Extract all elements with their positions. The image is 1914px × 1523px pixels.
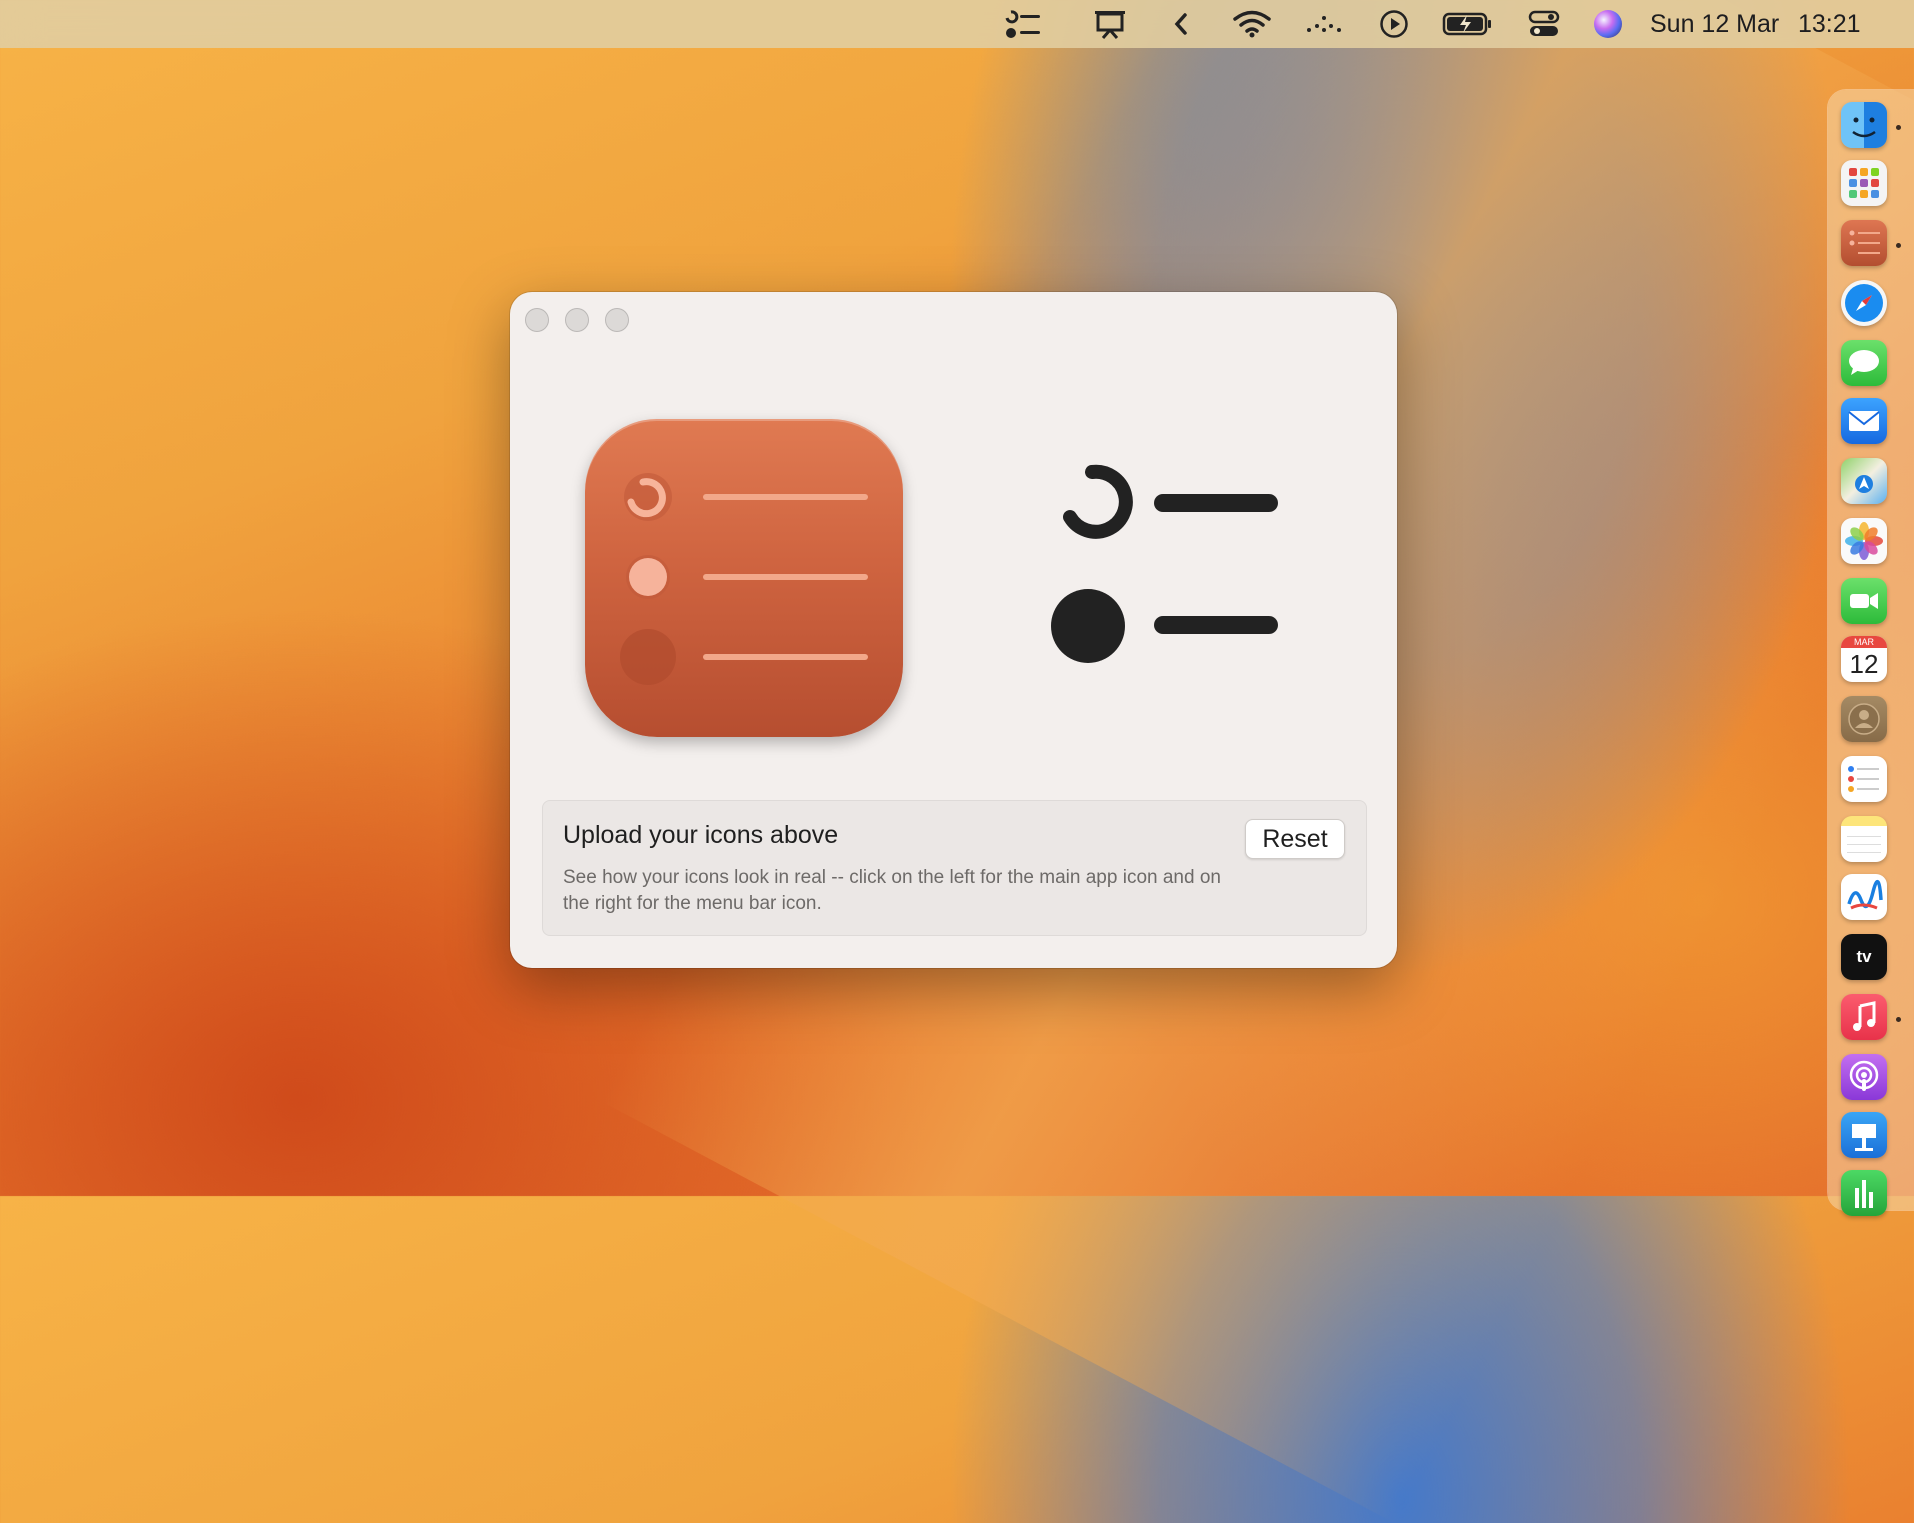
wifi-icon[interactable] xyxy=(1230,0,1274,48)
notes-icon[interactable] xyxy=(1841,816,1887,862)
reminders-icon[interactable] xyxy=(1841,756,1887,802)
info-title: Upload your icons above xyxy=(563,821,839,849)
photos-icon[interactable] xyxy=(1841,518,1887,564)
info-description: See how your icons look in real -- click… xyxy=(563,867,1221,914)
calendar-month: MAR xyxy=(1841,636,1887,648)
app-icon-upload-area[interactable] xyxy=(585,419,903,737)
chevron-left-icon[interactable] xyxy=(1166,0,1196,48)
tv-icon[interactable]: tv xyxy=(1841,934,1887,980)
siri-icon[interactable] xyxy=(1590,0,1626,48)
podcasts-icon[interactable] xyxy=(1841,1054,1887,1100)
calendar-day: 12 xyxy=(1849,649,1879,679)
menu-bar: Sun 12 Mar 13:21 xyxy=(0,0,1914,48)
dots-icon[interactable] xyxy=(1302,0,1346,48)
presentation-icon[interactable] xyxy=(1088,0,1132,48)
reminders-menubar-icon[interactable] xyxy=(1000,0,1046,48)
menubar-time[interactable]: 13:21 xyxy=(1798,0,1878,48)
calendar-icon[interactable]: MAR 12 xyxy=(1841,636,1887,682)
battery-charging-icon[interactable] xyxy=(1440,0,1496,48)
music-icon[interactable] xyxy=(1841,994,1887,1040)
finder-running-dot xyxy=(1896,125,1901,130)
numbers-icon[interactable] xyxy=(1841,1170,1887,1216)
music-running-dot xyxy=(1896,1017,1901,1022)
info-panel: Upload your icons above See how your ico… xyxy=(542,800,1367,936)
close-button[interactable] xyxy=(525,308,549,332)
reset-button[interactable]: Reset xyxy=(1245,819,1345,859)
play-circle-icon[interactable] xyxy=(1374,0,1414,48)
reminders-icon-app-icon[interactable] xyxy=(1841,220,1887,266)
messages-icon[interactable] xyxy=(1841,340,1887,386)
finder-icon[interactable] xyxy=(1841,102,1887,148)
safari-icon[interactable] xyxy=(1841,280,1887,326)
minimize-button[interactable] xyxy=(565,308,589,332)
control-center-icon[interactable] xyxy=(1524,0,1564,48)
menubar-icon-upload-area[interactable] xyxy=(1050,462,1310,682)
zoom-button[interactable] xyxy=(605,308,629,332)
reminders-icon-app-running-dot xyxy=(1896,243,1901,248)
contacts-icon[interactable] xyxy=(1841,696,1887,742)
menubar-date[interactable]: Sun 12 Mar xyxy=(1650,0,1779,48)
keynote-icon[interactable] xyxy=(1841,1112,1887,1158)
freeform-icon[interactable] xyxy=(1841,874,1887,920)
tv-label: tv xyxy=(1856,947,1872,966)
launchpad-icon[interactable] xyxy=(1841,160,1887,206)
icon-preview-window: Upload your icons above See how your ico… xyxy=(510,292,1397,968)
mail-icon[interactable] xyxy=(1841,398,1887,444)
facetime-icon[interactable] xyxy=(1841,578,1887,624)
maps-icon[interactable] xyxy=(1841,458,1887,504)
